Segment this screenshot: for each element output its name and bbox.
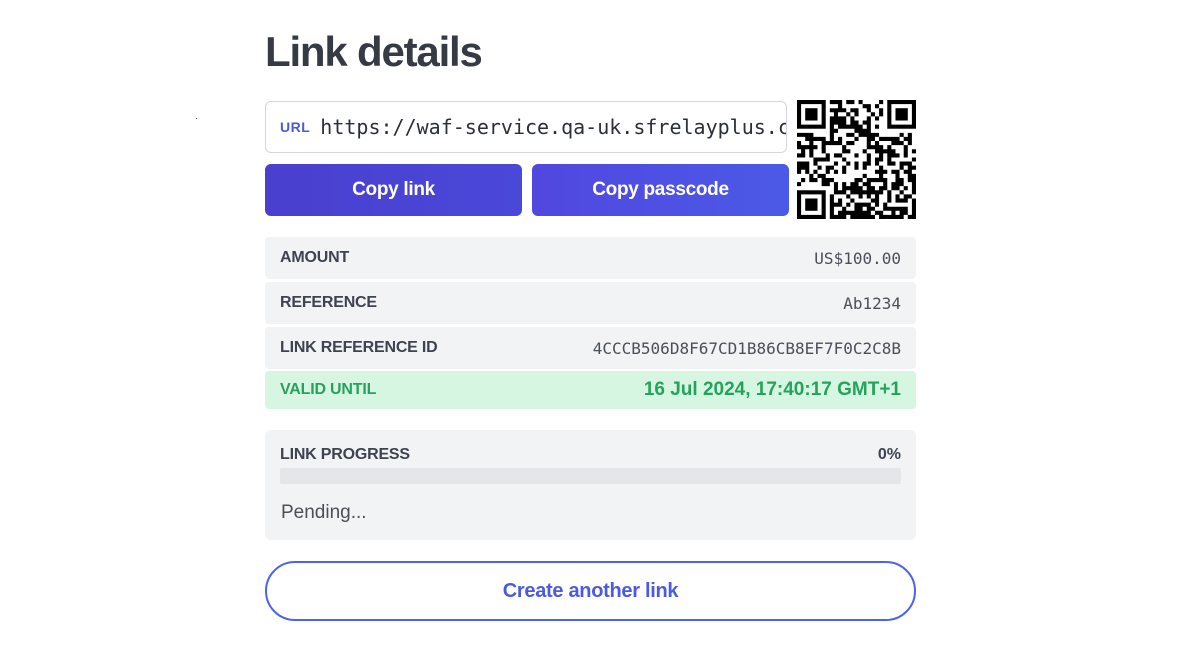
link-reference-id-value: 4CCCB506D8F67CD1B86CB8EF7F0C2C8B [592, 338, 901, 358]
url-input[interactable] [320, 115, 786, 139]
progress-label: LINK PROGRESS [280, 446, 410, 463]
amount-label: AMOUNT [280, 249, 350, 266]
link-progress-panel: LINK PROGRESS 0% Pending... [265, 430, 916, 540]
amount-value: US$100.00 [814, 248, 901, 268]
detail-row-valid-until: VALID UNTIL 16 Jul 2024, 17:40:17 GMT+1 [265, 371, 916, 409]
valid-until-value: 16 Jul 2024, 17:40:17 GMT+1 [643, 379, 901, 400]
reference-label: REFERENCE [280, 294, 377, 311]
stray-dot [196, 118, 197, 119]
valid-until-label: VALID UNTIL [280, 381, 377, 398]
progress-bar [280, 468, 901, 484]
qr-code-icon [797, 100, 916, 219]
progress-percent: 0% [877, 446, 901, 463]
url-field[interactable]: URL [265, 101, 787, 153]
link-reference-id-label: LINK REFERENCE ID [280, 339, 438, 356]
progress-status: Pending... [281, 502, 367, 523]
detail-row-link-reference-id: LINK REFERENCE ID 4CCCB506D8F67CD1B86CB8… [265, 327, 916, 369]
create-another-link-button[interactable]: Create another link [265, 561, 916, 621]
progress-header: LINK PROGRESS 0% [280, 446, 901, 464]
reference-value: Ab1234 [843, 293, 901, 313]
detail-row-reference: REFERENCE Ab1234 [265, 282, 916, 324]
copy-link-button[interactable]: Copy link [265, 164, 522, 216]
url-label: URL [280, 119, 311, 135]
copy-passcode-button[interactable]: Copy passcode [532, 164, 789, 216]
detail-row-amount: AMOUNT US$100.00 [265, 237, 916, 279]
page-title: Link details [265, 28, 483, 75]
